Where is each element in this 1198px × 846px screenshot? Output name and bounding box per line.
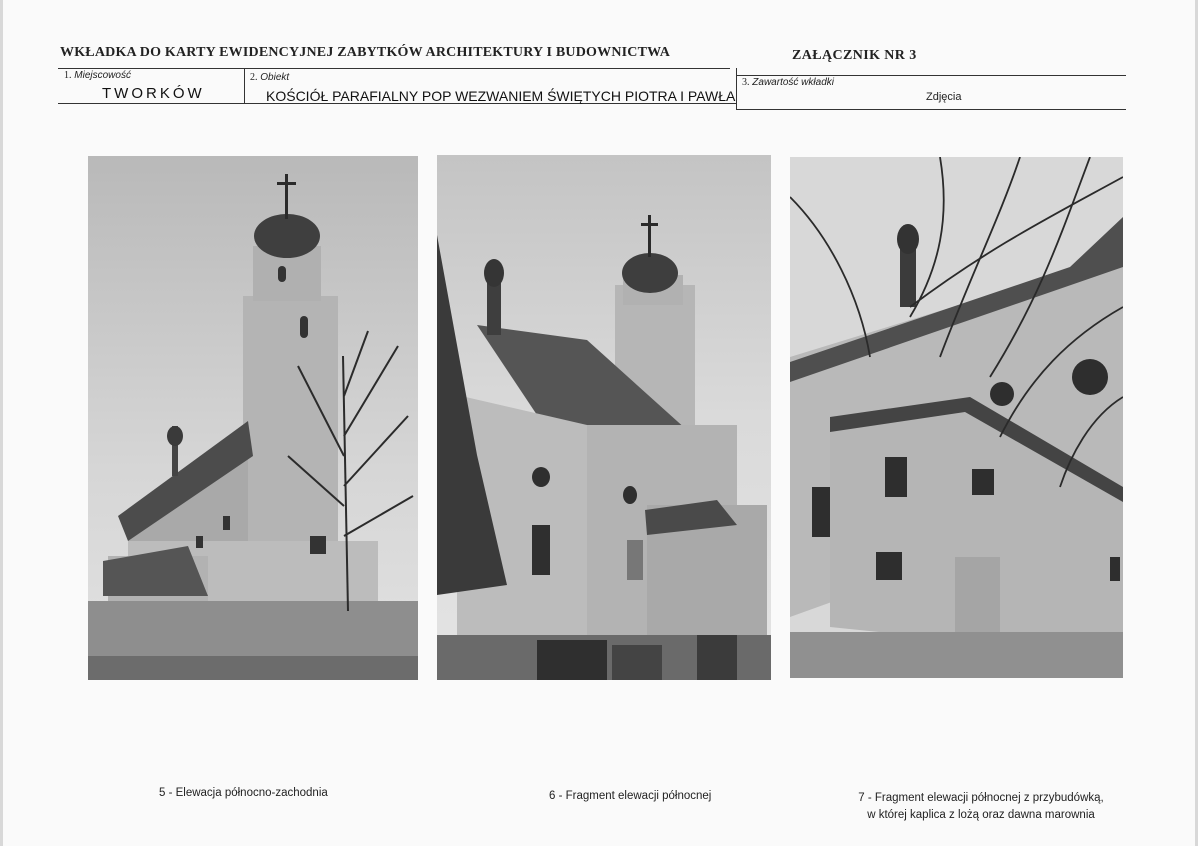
contents-value: Zdjęcia bbox=[926, 91, 962, 103]
photo-north-elevation-annex bbox=[790, 157, 1123, 678]
location-value: TWORKÓW bbox=[102, 85, 205, 102]
table-divider-2 bbox=[736, 68, 737, 109]
table-top-line bbox=[58, 68, 730, 69]
caption-photo-7-line1: 7 - Fragment elewacji północnej z przybu… bbox=[858, 792, 1104, 804]
location-label: 1. Miejscowość bbox=[64, 70, 131, 81]
caption-photo-7: 7 - Fragment elewacji północnej z przybu… bbox=[850, 790, 1112, 824]
caption-photo-7-line2: w której kaplica z lożą oraz dawna marow… bbox=[867, 809, 1095, 821]
caption-photo-6: 6 - Fragment elewacji północnej bbox=[549, 790, 712, 802]
contents-label: 3. Zawartość wkładki bbox=[742, 77, 834, 88]
table-top-line-right bbox=[736, 75, 1126, 76]
table-bottom-line-right bbox=[736, 109, 1126, 110]
document-title: WKŁADKA DO KARTY EWIDENCYJNEJ ZABYTKÓW A… bbox=[60, 45, 671, 60]
object-label: 2. Obiekt bbox=[250, 72, 290, 83]
caption-photo-5: 5 - Elewacja północno-zachodnia bbox=[159, 787, 328, 799]
object-value: KOŚCIÓŁ PARAFIALNY POP WEZWANIEM ŚWIĘTYC… bbox=[266, 88, 736, 104]
photo-northwest-elevation bbox=[88, 156, 418, 680]
photo-north-elevation-fragment bbox=[437, 155, 771, 680]
annex-number: ZAŁĄCZNIK NR 3 bbox=[792, 48, 917, 63]
table-divider-1 bbox=[244, 68, 245, 103]
